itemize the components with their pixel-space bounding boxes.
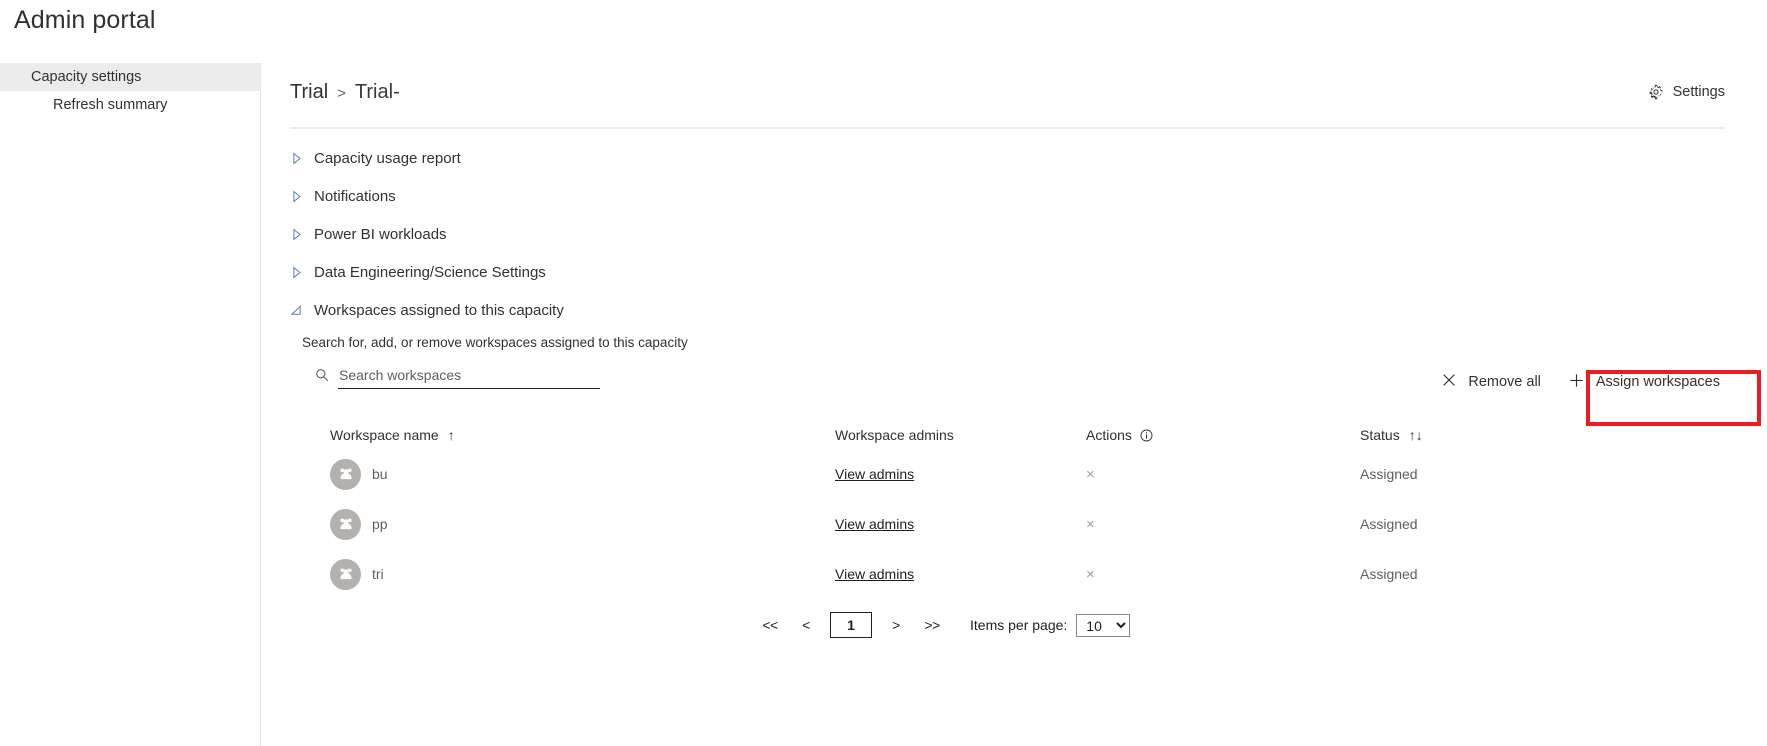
column-header-workspace-name[interactable]: Workspace name ↑ (330, 421, 455, 449)
workspaces-table: Workspace name ↑ Workspace admins Action… (290, 421, 1767, 599)
workspaces-toolbar-actions: Remove all Assign workspaces (1428, 360, 1734, 404)
cell-workspace-name: bu (330, 449, 388, 499)
close-x-icon (1442, 373, 1456, 391)
cell-actions: × (1086, 499, 1095, 549)
cell-workspace-admins: View admins (835, 449, 914, 499)
group-icon (330, 458, 361, 490)
cell-workspace-name: tri (330, 549, 384, 599)
breadcrumb: Trial > Trial- Settings (290, 63, 1725, 121)
workspaces-panel: Search for, add, or remove workspaces as… (262, 335, 1767, 645)
pagination: << < 1 > >> Items per page: 102550100 (290, 605, 1767, 645)
settings-sections: Capacity usage report Notifications Powe… (262, 139, 1767, 645)
sort-toggle-icon: ↑↓ (1408, 427, 1423, 443)
chevron-right-icon (290, 228, 303, 241)
column-header-workspace-admins: Workspace admins (835, 421, 954, 449)
breadcrumb-current: Trial- (354, 80, 400, 103)
info-icon[interactable] (1140, 429, 1153, 442)
workspace-name-label: tri (372, 566, 384, 582)
remove-all-label: Remove all (1468, 374, 1541, 390)
remove-workspace-icon[interactable]: × (1086, 567, 1095, 582)
items-per-page-select[interactable]: 102550100 (1076, 613, 1131, 637)
table-row: tri View admins × Assigned (318, 549, 1767, 599)
chevron-down-icon (290, 304, 303, 317)
section-label: Notifications (314, 187, 396, 205)
section-label: Capacity usage report (314, 149, 461, 167)
cell-workspace-admins: View admins (835, 499, 914, 549)
section-workspaces-assigned[interactable]: Workspaces assigned to this capacity (262, 291, 1767, 329)
view-admins-link[interactable]: View admins (835, 466, 914, 482)
chevron-right-icon (290, 190, 303, 203)
chevron-right-icon (290, 266, 303, 279)
search-icon (315, 368, 329, 382)
breadcrumb-separator-icon: > (337, 84, 346, 102)
header-divider (290, 127, 1725, 129)
remove-workspace-icon[interactable]: × (1086, 467, 1095, 482)
column-label: Workspace admins (835, 427, 954, 443)
chevron-right-icon (290, 152, 303, 165)
items-per-page-label: Items per page: (970, 617, 1068, 633)
section-capacity-usage-report[interactable]: Capacity usage report (262, 139, 1767, 177)
cell-status: Assigned (1360, 549, 1418, 599)
cell-workspace-admins: View admins (835, 549, 914, 599)
view-admins-link[interactable]: View admins (835, 566, 914, 582)
plus-icon (1569, 373, 1584, 392)
pagination-controls: << < 1 > >> (752, 612, 950, 638)
column-label: Workspace name (330, 427, 439, 443)
settings-label: Settings (1672, 84, 1725, 100)
cell-status: Assigned (1360, 499, 1418, 549)
table-header-row: Workspace name ↑ Workspace admins Action… (318, 421, 1767, 449)
cell-status: Assigned (1360, 449, 1418, 499)
status-badge: Assigned (1360, 466, 1418, 482)
admin-portal-page: Admin portal Capacity settings Refresh s… (0, 0, 1767, 746)
search-input[interactable] (338, 364, 600, 389)
search-box (315, 364, 600, 389)
cell-actions: × (1086, 449, 1095, 499)
workspace-name-label: bu (372, 466, 388, 482)
settings-button[interactable]: Settings (1648, 84, 1725, 100)
column-label: Status (1360, 427, 1400, 443)
workspaces-subtitle: Search for, add, or remove workspaces as… (302, 335, 688, 350)
sidebar-item-label: Refresh summary (53, 97, 168, 113)
sidebar: Capacity settings Refresh summary (0, 63, 261, 746)
first-page-button[interactable]: << (752, 612, 788, 638)
section-power-bi-workloads[interactable]: Power BI workloads (262, 215, 1767, 253)
section-label: Power BI workloads (314, 225, 447, 243)
workspace-name-label: pp (372, 516, 388, 532)
column-label: Actions (1086, 427, 1132, 443)
section-label: Data Engineering/Science Settings (314, 263, 546, 281)
breadcrumb-root[interactable]: Trial (290, 81, 328, 104)
assign-workspaces-button[interactable]: Assign workspaces (1555, 360, 1734, 404)
page-title: Admin portal (14, 6, 156, 34)
section-notifications[interactable]: Notifications (262, 177, 1767, 215)
status-badge: Assigned (1360, 516, 1418, 532)
status-badge: Assigned (1360, 566, 1418, 582)
gear-icon (1648, 84, 1664, 100)
section-label: Workspaces assigned to this capacity (314, 301, 564, 319)
cell-workspace-name: pp (330, 499, 388, 549)
sidebar-item-capacity-settings[interactable]: Capacity settings (0, 63, 260, 91)
sidebar-item-label: Capacity settings (31, 69, 142, 85)
last-page-button[interactable]: >> (914, 612, 950, 638)
table-row: pp View admins × Assigned (318, 499, 1767, 549)
next-page-button[interactable]: > (878, 612, 914, 638)
view-admins-link[interactable]: View admins (835, 516, 914, 532)
column-header-actions: Actions (1086, 421, 1153, 449)
main-content: Trial > Trial- Settings Capacity usage r… (262, 63, 1767, 746)
section-data-engineering-science-settings[interactable]: Data Engineering/Science Settings (262, 253, 1767, 291)
group-icon (330, 558, 361, 590)
group-icon (330, 508, 361, 540)
remove-all-button[interactable]: Remove all (1428, 360, 1555, 404)
sort-ascending-icon: ↑ (447, 427, 455, 443)
current-page-indicator[interactable]: 1 (830, 612, 872, 638)
workspaces-toolbar: Remove all Assign workspaces (290, 360, 1767, 426)
remove-workspace-icon[interactable]: × (1086, 517, 1095, 532)
previous-page-button[interactable]: < (788, 612, 824, 638)
items-per-page: Items per page: 102550100 (970, 613, 1131, 637)
table-row: bu View admins × Assigned (318, 449, 1767, 499)
cell-actions: × (1086, 549, 1095, 599)
assign-workspaces-label: Assign workspaces (1595, 374, 1720, 390)
sidebar-item-refresh-summary[interactable]: Refresh summary (0, 91, 260, 119)
column-header-status[interactable]: Status ↑↓ (1360, 421, 1423, 449)
